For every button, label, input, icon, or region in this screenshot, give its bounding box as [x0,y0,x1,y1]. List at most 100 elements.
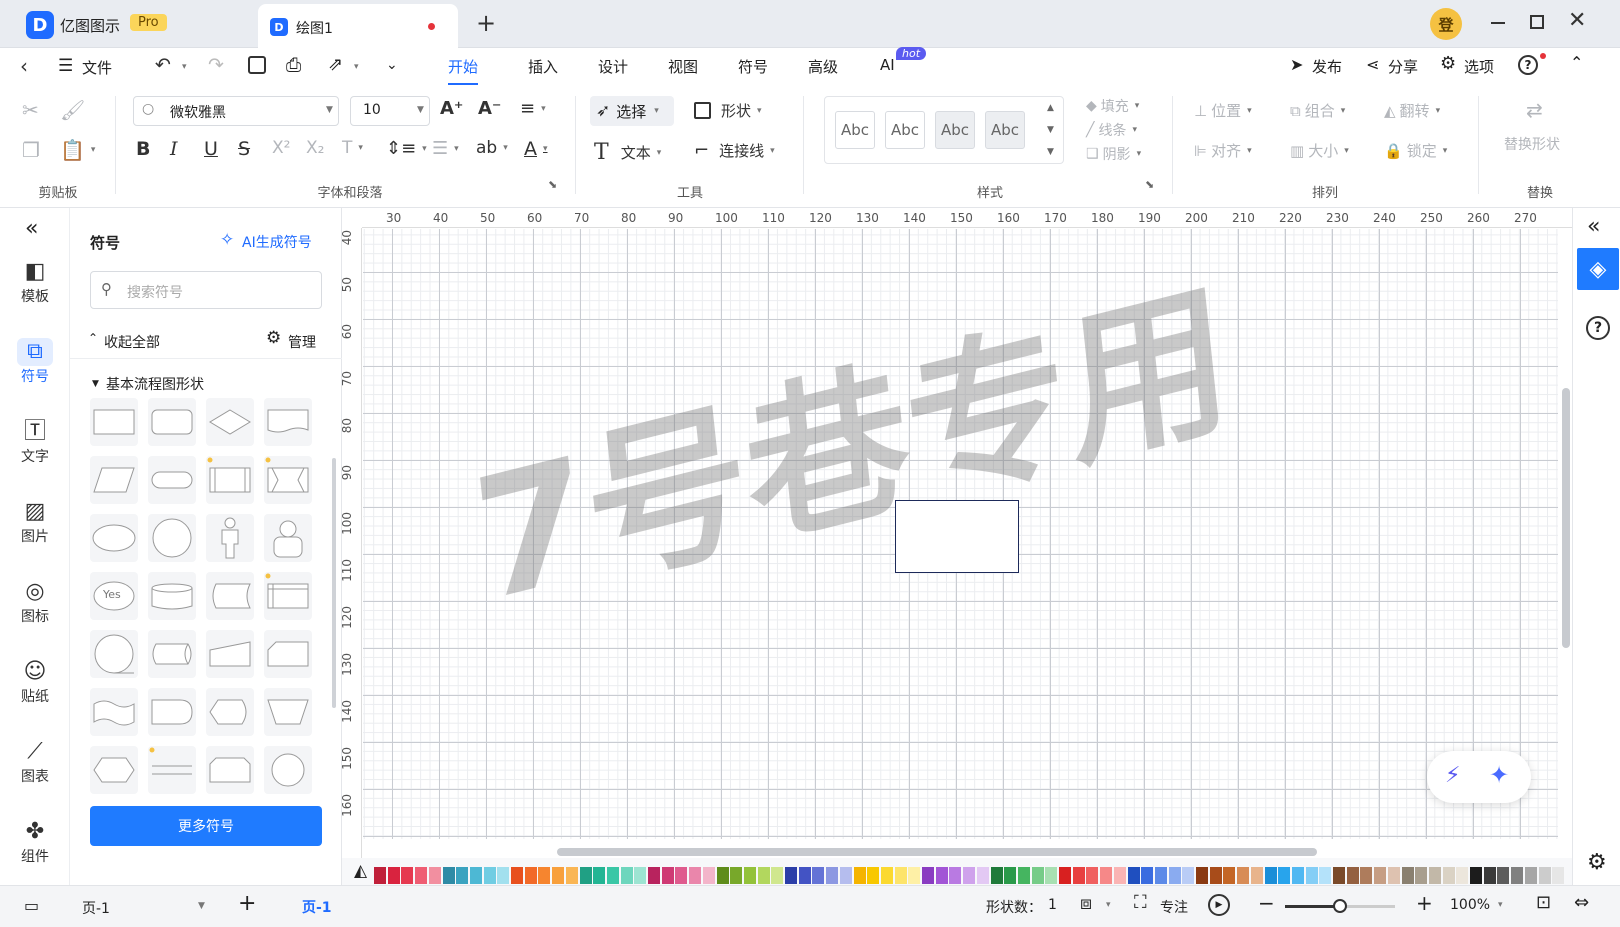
text-tool-button[interactable]: T 文本 ▾ [594,140,661,165]
rail-icons[interactable]: ◎ 图标 [0,578,70,626]
superscript-icon[interactable]: X² [272,138,290,158]
preparation-shape[interactable] [90,746,138,794]
color-swatch[interactable] [1072,867,1085,884]
actor-shape[interactable] [206,514,254,562]
color-swatch[interactable] [1182,867,1195,884]
color-swatch[interactable] [1538,867,1551,884]
undo-dropdown-icon[interactable]: ▾ [182,62,187,72]
color-swatch[interactable] [812,867,825,884]
back-icon[interactable]: ‹ [20,54,28,78]
color-swatch[interactable] [990,867,1003,884]
underline-icon[interactable]: U [204,138,218,160]
font-dialog-launcher-icon[interactable]: ⬊ [548,178,557,191]
color-swatch[interactable] [867,867,880,884]
color-swatch[interactable] [757,867,770,884]
display-shape[interactable] [206,688,254,736]
color-swatch[interactable] [1333,867,1345,884]
color-swatch[interactable] [606,867,619,884]
style-sample-1[interactable]: Abc [835,111,875,149]
color-swatch[interactable] [949,867,962,884]
color-swatch[interactable] [1100,867,1113,884]
color-swatch[interactable] [1305,867,1318,884]
file-menu[interactable]: 文件 [82,57,112,78]
tab-advanced[interactable]: 高级 [808,56,838,77]
expand-panel-icon[interactable]: « [1587,214,1600,239]
color-swatch[interactable] [1223,867,1236,884]
color-swatch[interactable] [743,867,756,884]
zoom-slider[interactable] [1285,899,1395,913]
color-swatch[interactable] [1511,867,1524,884]
rail-symbols[interactable]: ⧉ 符号 [0,338,70,386]
save-icon[interactable] [248,56,266,74]
color-swatch[interactable] [1442,867,1455,884]
help-icon[interactable]: ? [1518,55,1538,75]
color-swatch[interactable] [1360,867,1373,884]
settings-icon[interactable]: ⚙ [1440,53,1456,74]
replace-shape-button[interactable]: 替换形状 [1504,134,1560,154]
predefined-process-shape[interactable] [206,456,254,504]
document-shape[interactable] [264,398,312,446]
tab-insert[interactable]: 插入 [528,56,558,77]
paste-icon[interactable]: 📋 ▾ [60,138,95,162]
focus-mode-icon[interactable]: ⛶ [1134,892,1147,913]
color-swatch[interactable] [1264,867,1277,884]
style-sample-4[interactable]: Abc [985,111,1025,149]
color-swatch[interactable] [1168,867,1181,884]
style-dialog-launcher-icon[interactable]: ⬊ [1145,178,1154,191]
internal-storage-shape[interactable] [264,572,312,620]
italic-icon[interactable]: I [170,138,178,160]
document-tab[interactable]: D 绘图1 [258,4,458,48]
export-dropdown-icon[interactable]: ▾ [354,62,359,72]
bold-icon[interactable]: B [136,138,150,160]
focus-mode-button[interactable]: 专注 [1160,897,1188,917]
increase-font-icon[interactable]: A⁺ [440,98,463,119]
tab-symbols[interactable]: 符号 [738,56,768,77]
maximize-icon[interactable] [1530,15,1544,29]
data-shape[interactable] [90,456,138,504]
color-swatch[interactable] [1196,867,1208,884]
color-swatch[interactable] [1291,867,1304,884]
zoom-level[interactable]: 100% [1450,897,1490,913]
rectangle-shape-on-canvas[interactable] [895,500,1019,573]
paragraph-align-icon[interactable]: ≡ ▾ [520,98,546,119]
style-scroll-up-icon[interactable]: ▲ [1047,103,1054,113]
page-select[interactable]: 页-1 ▼ [72,892,212,922]
color-swatch[interactable] [1127,867,1140,884]
color-swatch[interactable] [908,867,921,884]
vertical-scrollbar[interactable] [1562,388,1570,648]
color-swatch[interactable] [483,867,496,884]
color-swatch[interactable] [661,867,674,884]
loop-limit-shape[interactable] [206,746,254,794]
minimize-icon[interactable] [1491,22,1505,24]
lock-button[interactable]: 🔒 锁定 ▾ [1384,140,1447,161]
strikethrough-icon[interactable]: S [238,138,250,160]
decision-shape[interactable] [206,398,254,446]
color-swatch[interactable] [1374,867,1387,884]
color-swatch[interactable] [1401,867,1414,884]
parallel-mode-shape[interactable] [148,746,196,794]
tape-shape[interactable] [90,688,138,736]
color-swatch[interactable] [579,867,592,884]
color-swatch[interactable] [1059,867,1071,884]
sequential-data-shape[interactable] [90,630,138,678]
rail-images[interactable]: ▨ 图片 [0,498,70,546]
quick-access-icon[interactable]: ⌄ [386,57,398,73]
color-swatch[interactable] [524,867,537,884]
color-swatch[interactable] [1209,867,1222,884]
size-button[interactable]: ▥ 大小 ▾ [1290,140,1349,161]
print-icon[interactable]: ⎙ [286,54,301,76]
page-panel-icon[interactable]: ▭ [24,896,39,915]
color-swatch[interactable] [1497,867,1510,884]
color-swatch[interactable] [1387,867,1400,884]
color-swatch[interactable] [730,867,743,884]
color-swatch[interactable] [798,867,811,884]
horizontal-scrollbar[interactable] [557,848,1317,856]
color-swatch[interactable] [1470,867,1482,884]
library-scrollbar[interactable] [332,458,336,708]
color-swatch[interactable] [1237,867,1250,884]
color-swatch[interactable] [1004,867,1017,884]
user-shape[interactable] [264,514,312,562]
color-swatch[interactable] [880,867,893,884]
color-swatch[interactable] [428,867,441,884]
color-swatch[interactable] [1346,867,1359,884]
